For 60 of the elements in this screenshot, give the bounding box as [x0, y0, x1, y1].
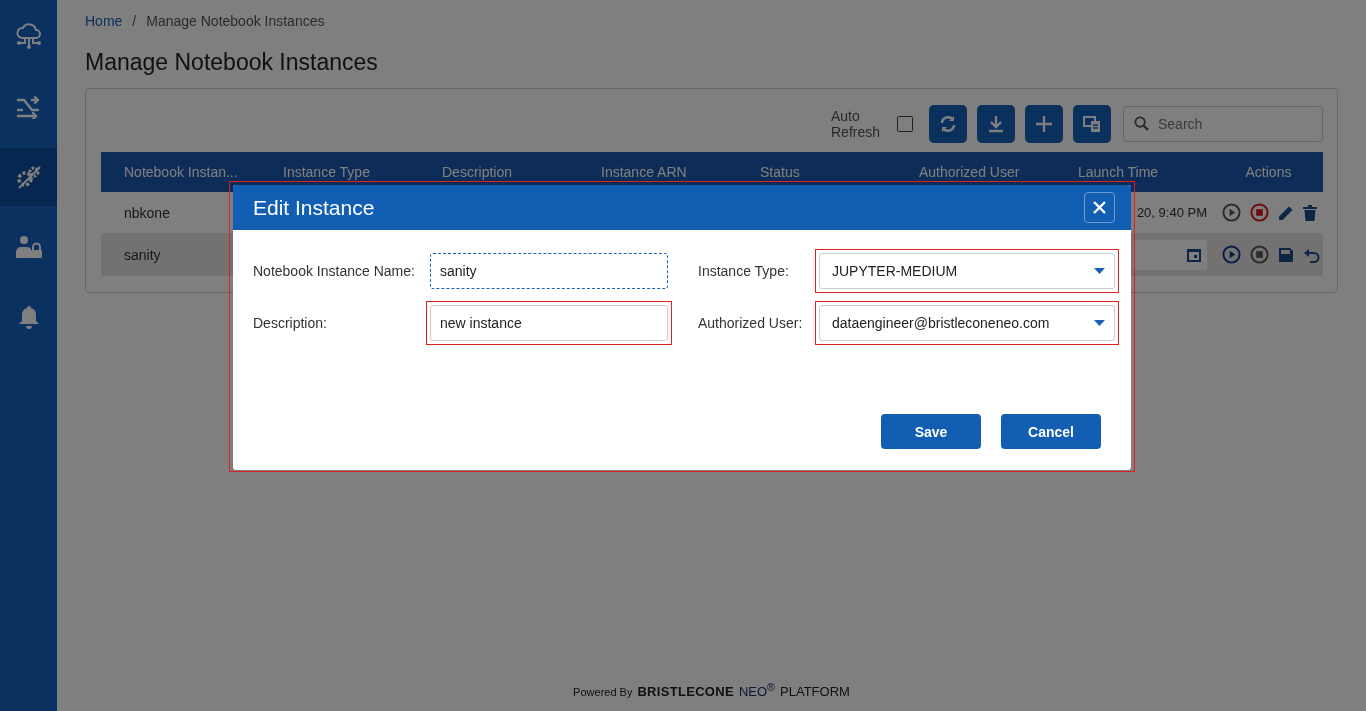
dropdown-field[interactable]: dataengineer@bristleconeneo.com — [819, 305, 1115, 341]
column-header: Instance ARN — [600, 164, 688, 180]
shuffle-icon — [15, 95, 42, 119]
caret-icon — [1094, 320, 1105, 326]
save-button[interactable]: Save — [881, 414, 981, 449]
input-field[interactable]: sanity — [430, 253, 668, 289]
auto-refresh-checkbox[interactable] — [897, 116, 913, 132]
dialog-title: Edit Instance — [253, 195, 375, 220]
columns-icon — [1082, 114, 1102, 134]
edit-icon[interactable] — [1278, 204, 1294, 221]
stop-icon[interactable] — [1250, 245, 1269, 264]
field-label: Notebook Instance Name: — [253, 263, 416, 279]
dropdown-field[interactable]: JUPYTER-MEDIUM — [819, 253, 1115, 289]
sidebar-item[interactable] — [0, 148, 57, 206]
date-field[interactable] — [1133, 239, 1207, 270]
bell-icon — [18, 305, 39, 329]
play-icon[interactable] — [1222, 203, 1241, 222]
cloud-network-icon — [14, 23, 43, 51]
column-header: Authorized User — [918, 164, 1021, 180]
platform-text: PLATFORM — [780, 684, 850, 699]
refresh-icon — [938, 114, 958, 134]
field-label: Authorized User: — [698, 315, 804, 331]
gears-icon — [15, 164, 42, 190]
play-icon[interactable] — [1222, 245, 1241, 264]
powered-by-text: Powered By — [573, 686, 633, 698]
close-button[interactable] — [1084, 192, 1115, 223]
caret-icon — [1094, 268, 1105, 274]
table-cell: 20, 9:40 PM — [1136, 205, 1207, 220]
columns-button[interactable] — [1073, 105, 1111, 143]
download-button[interactable] — [977, 105, 1015, 143]
table-cell-text: sanity — [123, 246, 162, 263]
column-header: Launch Time — [1077, 164, 1160, 180]
add-button[interactable] — [1025, 105, 1063, 143]
input-field[interactable]: new instance — [430, 305, 668, 341]
search-field[interactable]: Search — [1123, 106, 1323, 142]
breadcrumb-text: / — [132, 13, 137, 29]
brand-logo-text: BRISTLECONE — [637, 684, 734, 699]
column-header: Description — [441, 164, 514, 180]
column-header: Notebook Instan... — [123, 164, 239, 180]
column-header: Actions — [1244, 164, 1293, 180]
field-label: Description: — [253, 315, 328, 331]
close-icon — [1093, 201, 1106, 214]
refresh-button[interactable] — [929, 105, 967, 143]
column-header: Status — [759, 164, 801, 180]
auto-refresh-label: Auto Refresh — [831, 108, 882, 140]
breadcrumb-text: Manage Notebook Instances — [146, 13, 325, 29]
stop-icon[interactable] — [1250, 203, 1269, 222]
save-icon[interactable] — [1278, 246, 1294, 263]
cancel-button[interactable]: Cancel — [1001, 414, 1101, 449]
field-label: Instance Type: — [698, 263, 790, 279]
product-name: NEO$^{®}$ — [738, 680, 776, 699]
user-lock-icon — [14, 235, 43, 259]
page-title: Manage Notebook Instances — [85, 49, 379, 76]
download-icon — [986, 114, 1006, 134]
undo-icon[interactable] — [1303, 246, 1320, 263]
calendar-icon[interactable] — [1187, 247, 1201, 262]
column-header: Instance Type — [282, 164, 371, 180]
add-icon — [1034, 114, 1054, 134]
search-icon — [1134, 116, 1149, 131]
delete-icon[interactable] — [1303, 204, 1317, 221]
